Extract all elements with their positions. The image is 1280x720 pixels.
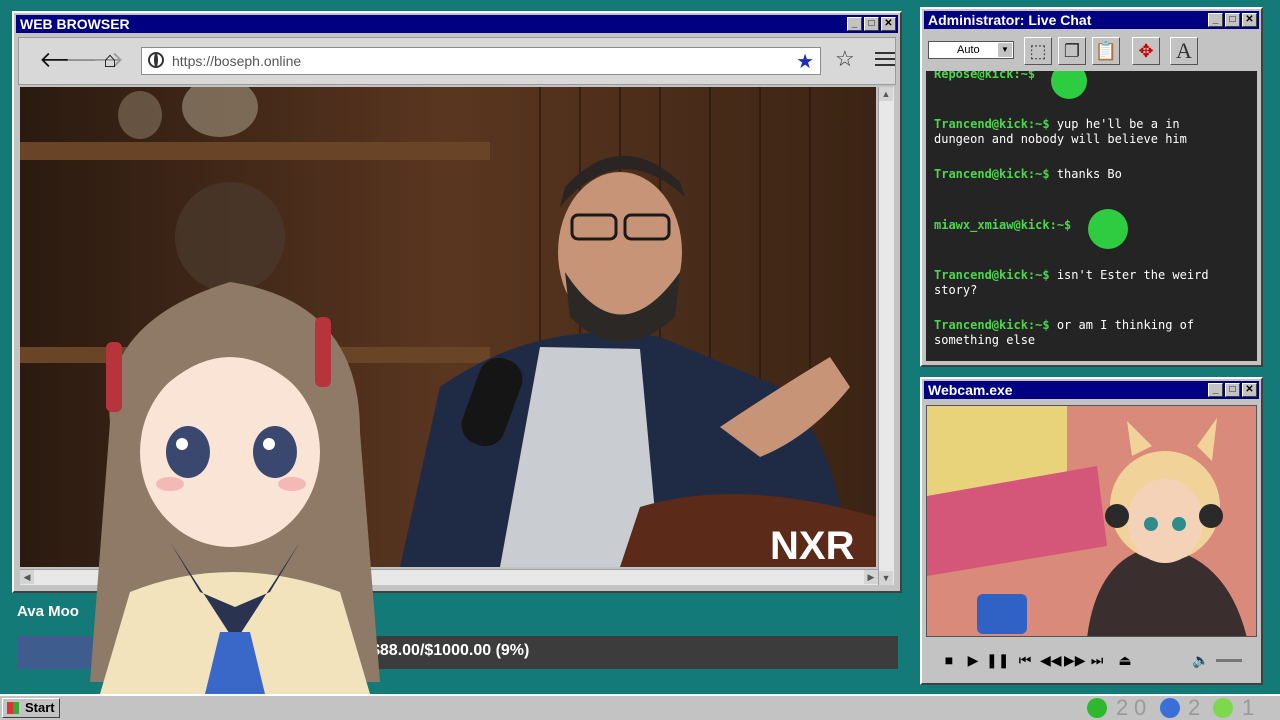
- chat-username: miawx_xmiaw@kick:~$: [934, 218, 1072, 232]
- chat-titlebar[interactable]: Administrator: Live Chat _ □ ✕: [924, 11, 1259, 29]
- chat-username: Repose@kick:~$: [934, 71, 1036, 81]
- kick-icon[interactable]: [1087, 698, 1107, 718]
- close-button[interactable]: ✕: [881, 17, 896, 31]
- chat-username: Trancend@kick:~$: [934, 117, 1050, 131]
- chat-title: Administrator: Live Chat: [928, 12, 1092, 28]
- webcam-titlebar[interactable]: Webcam.exe _ □ ✕: [924, 381, 1259, 399]
- chat-toolbar: Auto ▼ ⬚ ❐ 📋 ✥ A: [926, 33, 1257, 69]
- address-bar[interactable]: https://boseph.online ★: [141, 47, 821, 75]
- home-icon[interactable]: ⌂: [97, 46, 123, 74]
- media-controls: ■ ▶ ❚❚ ⏮ ◀◀ ▶▶ ⏭ ⏏ 🔈: [926, 645, 1257, 675]
- avatar-hair-ribbon: [315, 317, 331, 387]
- windows-logo-icon: [7, 702, 19, 714]
- vase: [118, 91, 162, 139]
- chat-message: miawx_xmiaw@kick:~$: [934, 218, 1234, 233]
- scroll-down-arrow-icon[interactable]: ▼: [879, 571, 893, 585]
- avatar-eye: [253, 426, 297, 478]
- maximize-button[interactable]: □: [864, 17, 879, 31]
- start-label: Start: [25, 700, 55, 715]
- chat-message: Trancend@kick:~$ thanks Bo: [934, 167, 1234, 182]
- skip-back-icon[interactable]: ⏮: [1016, 649, 1034, 671]
- globe-icon: [148, 52, 164, 68]
- chat-username: Trancend@kick:~$: [934, 167, 1050, 181]
- chat-text: thanks Bo: [1056, 167, 1122, 181]
- minimize-button[interactable]: _: [1208, 383, 1223, 397]
- maximize-button[interactable]: □: [1225, 383, 1240, 397]
- avatar-eye-highlight: [176, 438, 188, 450]
- fast-forward-icon[interactable]: ▶▶: [1064, 649, 1086, 671]
- chevron-down-icon[interactable]: ▼: [998, 43, 1012, 57]
- url-text: https://boseph.online: [172, 53, 302, 69]
- chat-username: Trancend@kick:~$: [934, 318, 1050, 332]
- character-eye: [1172, 517, 1186, 531]
- back-arrow-icon[interactable]: 🡐: [39, 46, 98, 74]
- chat-message: Trancend@kick:~$ or am I thinking of som…: [934, 318, 1234, 348]
- scroll-right-arrow-icon[interactable]: ▶: [864, 570, 878, 584]
- eject-icon[interactable]: ⏏: [1116, 649, 1134, 671]
- tray-count: 2: [1188, 695, 1201, 720]
- emote-icon: [1051, 71, 1087, 99]
- stop-icon[interactable]: ■: [940, 649, 958, 671]
- headphones: [1199, 504, 1223, 528]
- minimize-button[interactable]: _: [847, 17, 862, 31]
- scroll-up-arrow-icon[interactable]: ▲: [879, 87, 893, 101]
- chat-message: Trancend@kick:~$ yup he'll be a in dunge…: [934, 117, 1234, 147]
- emote-icon: [1088, 209, 1128, 249]
- volume-icon[interactable]: 🔈: [1192, 649, 1210, 671]
- tray-count: 2: [1116, 695, 1129, 720]
- menu-icon[interactable]: [875, 48, 895, 70]
- browser-title: WEB BROWSER: [20, 16, 130, 32]
- browser-toolbar: 🡐 🡒 ⌂ https://boseph.online ★ ☆: [18, 37, 896, 85]
- close-button[interactable]: ✕: [1242, 383, 1257, 397]
- play-icon[interactable]: ▶: [964, 649, 982, 671]
- avatar-blush: [278, 477, 306, 491]
- tray-count: 1: [1242, 695, 1255, 720]
- browser-titlebar[interactable]: WEB BROWSER _ □ ✕: [16, 15, 898, 33]
- font-icon[interactable]: A: [1170, 37, 1198, 65]
- vtuber-avatar: [90, 282, 380, 694]
- select-icon[interactable]: ⬚: [1024, 37, 1052, 65]
- start-button[interactable]: Start: [2, 698, 60, 718]
- skip-forward-icon[interactable]: ⏭: [1088, 649, 1106, 671]
- taskbar: Start 2 0 2 1: [0, 694, 1280, 720]
- avatar-eye-highlight: [263, 438, 275, 450]
- webcam-view: [926, 405, 1257, 637]
- vertical-scrollbar[interactable]: ▲ ▼: [878, 87, 894, 585]
- font-size-value: Auto: [957, 44, 980, 56]
- close-button[interactable]: ✕: [1242, 13, 1257, 27]
- character-face: [1127, 479, 1203, 563]
- character-eye: [1144, 517, 1158, 531]
- minimize-button[interactable]: _: [1208, 13, 1223, 27]
- copy-icon[interactable]: ❐: [1058, 37, 1086, 65]
- tray-count: 0: [1134, 695, 1147, 720]
- chat-message: Trancend@kick:~$ isn't Ester the weird s…: [934, 268, 1234, 298]
- maximize-button[interactable]: □: [1225, 13, 1240, 27]
- shelf: [20, 142, 490, 160]
- avatar-eye: [166, 426, 210, 478]
- chat-username: Trancend@kick:~$: [934, 268, 1050, 282]
- move-icon[interactable]: ✥: [1132, 37, 1160, 65]
- chat-log[interactable]: Repose@kick:~$ Trancend@kick:~$ yup he'l…: [926, 71, 1257, 361]
- volume-slider[interactable]: [1216, 659, 1242, 662]
- forward-arrow-icon[interactable]: 🡒: [65, 46, 124, 74]
- mug: [977, 594, 1027, 634]
- live-chat-window: Administrator: Live Chat _ □ ✕ Auto ▼ ⬚ …: [920, 7, 1263, 367]
- moon-icon[interactable]: [1160, 698, 1180, 718]
- play-circle-icon[interactable]: [1213, 698, 1233, 718]
- avatar-blush: [156, 477, 184, 491]
- favorites-star-icon[interactable]: ☆: [835, 46, 855, 72]
- font-size-select[interactable]: Auto ▼: [928, 41, 1014, 59]
- rewind-icon[interactable]: ◀◀: [1040, 649, 1062, 671]
- headphones: [1105, 504, 1129, 528]
- video-watermark: NXR: [770, 524, 855, 567]
- scroll-left-arrow-icon[interactable]: ◀: [20, 570, 34, 584]
- avatar-hair-ribbon: [106, 342, 122, 412]
- pause-icon[interactable]: ❚❚: [986, 649, 1009, 671]
- webcam-image: [927, 406, 1256, 636]
- webcam-window: Webcam.exe _ □ ✕ ■ ▶ ❚❚ ⏮ ◀◀ ▶▶ ⏭ ⏏ 🔈: [920, 377, 1263, 685]
- paste-icon[interactable]: 📋: [1092, 37, 1120, 65]
- webcam-title: Webcam.exe: [928, 382, 1013, 398]
- bookmark-star-icon[interactable]: ★: [796, 49, 814, 74]
